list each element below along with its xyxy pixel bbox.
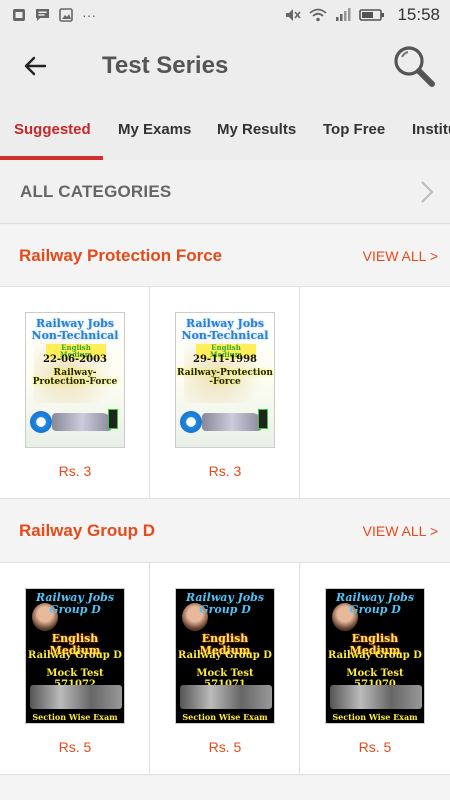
machinery-graphic <box>330 685 422 709</box>
more-notifications-indicator: ··· <box>82 7 96 23</box>
signal-icon <box>336 8 351 21</box>
all-categories-row[interactable]: ALL CATEGORIES <box>0 160 450 224</box>
cover-exam: Railway Group D <box>28 650 122 661</box>
train-icon <box>202 413 262 431</box>
view-all-link[interactable]: VIEW ALL > <box>363 248 438 264</box>
section-header-railway-protection-force: Railway Protection Force VIEW ALL > <box>0 225 450 287</box>
cover-exam: Railway Group D <box>178 650 272 661</box>
empty-card-slot <box>300 287 450 498</box>
phone-icon <box>108 409 118 429</box>
cover-date: 29-11-1998 <box>193 354 257 365</box>
test-card[interactable]: Railway Jobs Non-Technical English Mediu… <box>0 287 150 498</box>
section-title: Railway Group D <box>19 521 156 540</box>
back-button[interactable] <box>0 30 70 102</box>
publisher-logo-icon <box>30 411 52 433</box>
cover-heading: Railway Jobs Group D <box>35 591 115 616</box>
test-cover-image: Railway Jobs Non-Technical English Mediu… <box>25 312 125 448</box>
test-cover-image: Railway Jobs Group D English Medium Rail… <box>25 588 125 724</box>
tab-suggested[interactable]: Suggested <box>14 102 91 160</box>
search-icon <box>394 46 435 87</box>
status-bar-left: ··· <box>12 8 96 22</box>
list-bottom-spacer <box>0 776 450 800</box>
test-cover-image: Railway Jobs Group D English Medium Rail… <box>325 588 425 724</box>
cover-footer: Section Wise Exam <box>32 712 118 722</box>
cover-footer: Section Wise Exam <box>332 712 418 722</box>
gallery-icon <box>59 8 73 22</box>
tab-bar: Suggested My Exams My Results Top Free I… <box>0 102 450 160</box>
test-card[interactable]: Railway Jobs Group D English Medium Rail… <box>300 563 450 774</box>
cover-exam: Railway Group D <box>328 650 422 661</box>
publisher-logo-icon <box>180 411 202 433</box>
cover-heading: Railway Jobs Non-Technical <box>181 317 269 342</box>
tab-my-exams[interactable]: My Exams <box>118 102 191 160</box>
tab-top-free[interactable]: Top Free <box>323 102 385 160</box>
price-label: Rs. 3 <box>58 463 92 479</box>
tab-institutes[interactable]: Institu <box>412 102 450 160</box>
search-button[interactable] <box>392 44 436 88</box>
cover-footer: Section Wise Exam <box>182 712 268 722</box>
price-label: Rs. 5 <box>358 739 392 755</box>
clock: 15:58 <box>397 5 440 24</box>
tab-my-results[interactable]: My Results <box>217 102 296 160</box>
battery-icon <box>359 9 385 21</box>
app-bar: Test Series <box>0 30 450 102</box>
view-all-link[interactable]: VIEW ALL > <box>363 523 438 539</box>
page-title: Test Series <box>102 52 229 79</box>
price-label: Rs. 5 <box>208 739 242 755</box>
cover-heading: Railway Jobs Non-Technical <box>31 317 119 342</box>
test-card[interactable]: Railway Jobs Group D English Medium Rail… <box>150 563 300 774</box>
machinery-graphic <box>180 685 272 709</box>
test-card[interactable]: Railway Jobs Non-Technical English Mediu… <box>150 287 300 498</box>
price-label: Rs. 3 <box>208 463 242 479</box>
status-bar: ··· 15:58 <box>0 0 450 30</box>
cover-subject: Railway-Protection-Force <box>32 368 118 388</box>
price-label: Rs. 5 <box>58 739 92 755</box>
section-title: Railway Protection Force <box>19 246 223 265</box>
test-card-row: Railway Jobs Group D English Medium Rail… <box>0 562 450 775</box>
train-icon <box>52 413 112 431</box>
all-categories-label: ALL CATEGORIES <box>20 181 172 201</box>
message-icon <box>36 9 49 21</box>
wifi-icon <box>309 8 328 22</box>
mute-icon <box>286 9 302 21</box>
cover-heading: Railway Jobs Group D <box>185 591 265 616</box>
test-card[interactable]: Railway Jobs Group D English Medium Rail… <box>0 563 150 774</box>
cover-date: 22-06-2003 <box>43 354 107 365</box>
test-cover-image: Railway Jobs Non-Technical English Mediu… <box>175 312 275 448</box>
back-arrow-icon <box>24 56 47 76</box>
phone-icon <box>258 409 268 429</box>
cover-heading: Railway Jobs Group D <box>335 591 415 616</box>
section-header-railway-group-d: Railway Group D VIEW ALL > <box>0 500 450 562</box>
notification-icon <box>13 9 25 21</box>
cover-subject: Railway-Protection -Force <box>177 368 273 388</box>
test-card-row: Railway Jobs Non-Technical English Mediu… <box>0 286 450 499</box>
machinery-graphic <box>30 685 122 709</box>
test-cover-image: Railway Jobs Group D English Medium Rail… <box>175 588 275 724</box>
chevron-right-icon <box>421 181 434 203</box>
status-bar-right: 15:58 <box>285 5 440 25</box>
